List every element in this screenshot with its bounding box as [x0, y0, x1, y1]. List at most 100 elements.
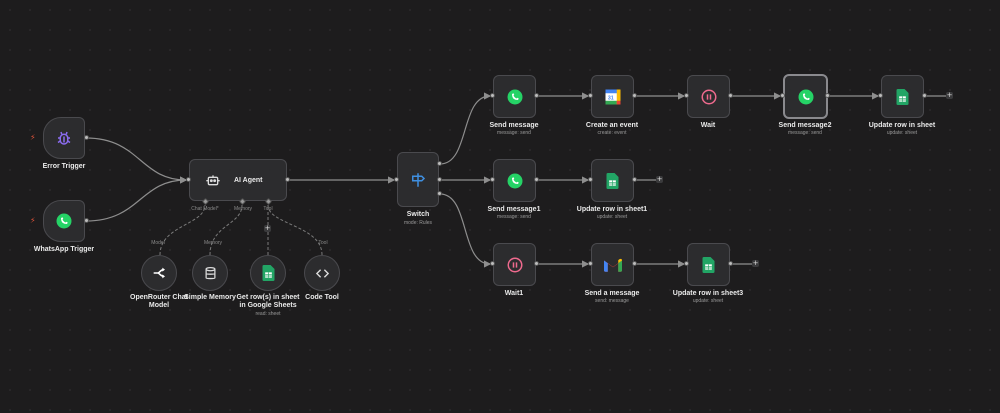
node-label: Send a message	[584, 290, 640, 297]
whatsapp-icon	[504, 86, 526, 108]
node-send-message2[interactable]	[783, 74, 828, 119]
node-label: Code Tool	[305, 294, 339, 301]
node-switch[interactable]	[397, 152, 439, 207]
input-port[interactable]	[186, 177, 191, 182]
add-node-button[interactable]: +	[946, 92, 953, 99]
chat-model-port-label: Chat Model*	[191, 206, 219, 212]
add-node-button[interactable]: +	[752, 260, 759, 267]
node-sublabel: send: message	[595, 298, 629, 304]
input-port[interactable]	[490, 93, 495, 98]
input-port[interactable]	[684, 93, 689, 98]
memory-port-label: Memory	[233, 206, 253, 212]
trigger-bolt-icon: ⚡	[30, 216, 36, 225]
database-icon	[199, 262, 221, 284]
node-label: Update row in sheet1	[576, 206, 648, 213]
tool-connection-label: Tool	[318, 240, 328, 246]
node-openrouter-chat-model[interactable]	[141, 255, 177, 291]
node-send-message[interactable]	[493, 75, 536, 118]
bug-icon	[53, 127, 75, 149]
node-sublabel: update: sheet	[886, 130, 918, 136]
node-sublabel: create: event	[597, 130, 627, 136]
output-port[interactable]	[534, 93, 539, 98]
node-send-a-message[interactable]	[591, 243, 634, 286]
node-sublabel: update: sheet	[692, 298, 724, 304]
edge-error-to-agent	[85, 137, 188, 184]
node-simple-memory[interactable]	[192, 255, 228, 291]
google-sheets-icon	[257, 262, 279, 284]
node-label: Send message	[489, 122, 539, 129]
edge-memory-to-agent	[209, 204, 243, 256]
add-node-button[interactable]: +	[656, 176, 663, 183]
input-port[interactable]	[684, 261, 689, 266]
node-wait[interactable]	[687, 75, 730, 118]
gmail-icon	[602, 254, 624, 276]
edge-code-to-agent	[267, 204, 323, 256]
output-port-3[interactable]	[437, 191, 442, 196]
node-sublabel: message: send	[497, 214, 531, 220]
robot-icon	[202, 169, 224, 191]
input-port[interactable]	[490, 177, 495, 182]
node-error-trigger[interactable]	[43, 117, 85, 159]
input-port[interactable]	[780, 93, 785, 98]
output-port-1[interactable]	[437, 161, 442, 166]
model-connection-label: Model	[151, 240, 165, 246]
node-label: Model	[148, 302, 170, 309]
node-label: Send message1	[487, 206, 541, 213]
output-port[interactable]	[285, 177, 290, 182]
input-port[interactable]	[588, 177, 593, 182]
output-port[interactable]	[632, 93, 637, 98]
input-port[interactable]	[588, 261, 593, 266]
node-label: WhatsApp Trigger	[33, 246, 95, 253]
google-sheets-icon	[892, 86, 914, 108]
output-port[interactable]	[84, 218, 89, 223]
input-port[interactable]	[490, 261, 495, 266]
node-title: AI Agent	[234, 176, 263, 184]
node-label: OpenRouter Chat	[130, 294, 188, 301]
node-sublabel: message: send	[788, 130, 822, 136]
output-port[interactable]	[728, 93, 733, 98]
output-port[interactable]	[632, 177, 637, 182]
edge-switch-to-send	[439, 92, 492, 165]
node-label: Create an event	[585, 122, 639, 129]
node-label: Wait1	[504, 290, 524, 297]
node-label: in Google Sheets	[239, 302, 297, 309]
node-sublabel: read: sheet	[255, 311, 281, 317]
node-label: Send message2	[778, 122, 832, 129]
output-port[interactable]	[534, 261, 539, 266]
node-sublabel: update: sheet	[596, 214, 628, 220]
node-update-row[interactable]	[881, 75, 924, 118]
whatsapp-icon	[504, 170, 526, 192]
node-whatsapp-trigger[interactable]	[43, 200, 85, 242]
node-update-row3[interactable]	[687, 243, 730, 286]
output-port[interactable]	[728, 261, 733, 266]
node-send-message1[interactable]	[493, 159, 536, 202]
tool-port-label: Tool	[263, 206, 273, 212]
node-ai-agent[interactable]: AI Agent	[189, 159, 287, 201]
input-port[interactable]	[394, 177, 399, 182]
node-update-row1[interactable]	[591, 159, 634, 202]
svg-text:31: 31	[607, 95, 613, 101]
pause-icon	[698, 86, 720, 108]
node-code-tool[interactable]	[304, 255, 340, 291]
node-wait1[interactable]	[493, 243, 536, 286]
output-port[interactable]	[825, 93, 830, 98]
add-tool-button[interactable]: +	[264, 225, 271, 232]
google-calendar-icon: 31	[602, 86, 624, 108]
node-label: Get row(s) in sheet	[236, 294, 300, 301]
input-port[interactable]	[588, 93, 593, 98]
node-sublabel: message: send	[497, 130, 531, 136]
whatsapp-icon	[795, 86, 817, 108]
output-port[interactable]	[922, 93, 927, 98]
output-port[interactable]	[84, 135, 89, 140]
node-label: Wait	[700, 122, 716, 129]
trigger-bolt-icon: ⚡	[30, 133, 36, 142]
output-port-2[interactable]	[437, 177, 442, 182]
input-port[interactable]	[878, 93, 883, 98]
node-create-event[interactable]: 31	[591, 75, 634, 118]
google-sheets-icon	[602, 170, 624, 192]
output-port[interactable]	[534, 177, 539, 182]
node-get-rows-google-sheets[interactable]	[250, 255, 286, 291]
edge-whatsapp-to-agent	[85, 176, 188, 222]
openrouter-icon	[148, 262, 170, 284]
output-port[interactable]	[632, 261, 637, 266]
